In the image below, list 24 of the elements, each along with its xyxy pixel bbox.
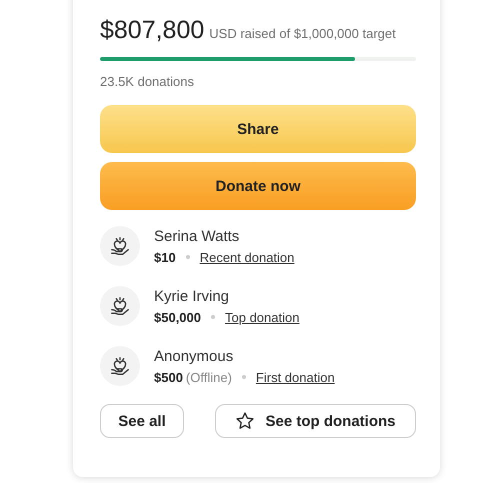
donation-amount: $10: [154, 250, 176, 264]
donation-amount: $500: [154, 370, 183, 384]
raised-amount: $807,800: [100, 16, 204, 45]
separator-dot: [186, 255, 190, 259]
donation-count: 23.5K donations: [100, 74, 195, 89]
donation-amount: $50,000: [154, 310, 201, 324]
goal-text: USD raised of $1,000,000 target: [209, 26, 396, 41]
donor-name: Anonymous: [154, 348, 234, 364]
donor-name: Serina Watts: [154, 228, 240, 244]
star-icon: [235, 411, 256, 431]
donation-link[interactable]: Recent donation: [200, 250, 294, 264]
separator-dot: [211, 315, 215, 319]
share-button[interactable]: Share: [100, 105, 416, 153]
donation-icon: [100, 346, 140, 386]
separator-dot: [242, 375, 246, 379]
donation-link[interactable]: Top donation: [225, 310, 300, 324]
donation-icon: [100, 226, 140, 266]
donor-name: Kyrie Irving: [154, 288, 230, 304]
donation-note: (Offline): [186, 370, 232, 384]
donate-button[interactable]: Donate now: [100, 162, 416, 210]
see-all-button[interactable]: See all: [100, 404, 184, 438]
donation-icon: [100, 286, 140, 326]
see-top-donations-button[interactable]: See top donations: [215, 404, 416, 438]
donation-link[interactable]: First donation: [256, 370, 335, 384]
